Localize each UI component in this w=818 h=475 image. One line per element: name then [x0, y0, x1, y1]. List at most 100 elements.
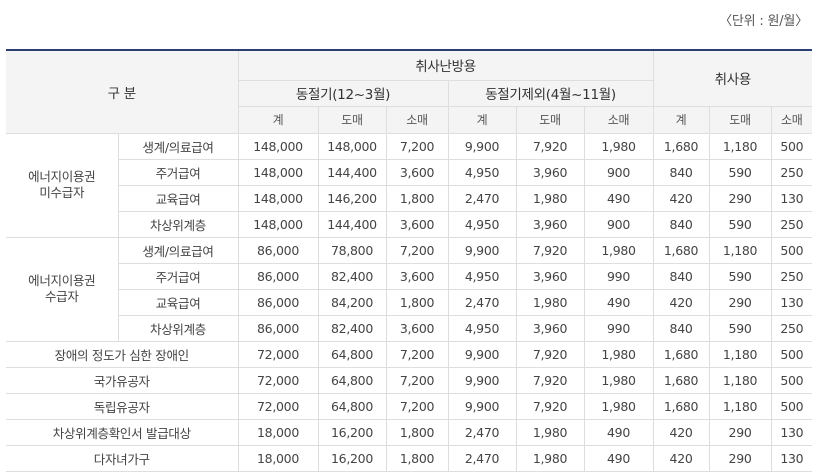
header-winter-retail: 소매: [385, 105, 449, 134]
table-cell: 1,980: [515, 288, 585, 316]
table-cell: 1,980: [583, 340, 654, 368]
header-nonwinter-total: 계: [447, 105, 517, 134]
table-cell: 420: [652, 184, 710, 212]
table-cell: 7,200: [385, 392, 449, 420]
table-cell: 1,180: [708, 236, 772, 264]
table-row: 교육급여 148,000 146,200 1,800 2,470 1,980 490 420 2…: [6, 184, 813, 212]
table-cell: 4,950: [447, 262, 517, 290]
table-cell: 1,980: [583, 366, 654, 394]
table-cell: 500: [770, 366, 813, 394]
table-cell: 72,000: [237, 366, 319, 394]
table-cell: 290: [708, 288, 772, 316]
table-cell: 3,600: [385, 314, 449, 342]
table-cell: 840: [652, 314, 710, 342]
table-cell: 1,680: [652, 340, 710, 368]
table-cell: 86,000: [237, 288, 319, 316]
table-cell: 144,400: [317, 158, 387, 186]
table-cell: 3,600: [385, 158, 449, 186]
header-nonwinter-wholesale: 도매: [515, 105, 585, 134]
table-cell: 420: [652, 288, 710, 316]
table-cell: 7,200: [385, 132, 449, 160]
table-cell: 7,920: [515, 366, 585, 394]
table-cell: 500: [770, 132, 813, 160]
table-cell: 4,950: [447, 314, 517, 342]
table-row: 에너지이용권 미수급자 생계/의료급여 148,000 148,000 7,200 9,90…: [6, 132, 813, 238]
table-cell: 18,000: [237, 444, 319, 472]
row-category-label: 차상위계층확인서 발급대상: [6, 418, 239, 446]
table-cell: 9,900: [447, 366, 517, 394]
header-winter: 동절기(12~3월): [238, 79, 449, 107]
table-cell: 148,000: [237, 210, 319, 238]
table-cell: 148,000: [237, 184, 319, 212]
table-row: 장애의 정도가 심한 장애인 72,000 64,800 7,200 9,900 7,92…: [6, 340, 813, 368]
table-cell: 590: [708, 158, 772, 186]
table-cell: 490: [583, 184, 654, 212]
table-cell: 82,400: [317, 262, 387, 290]
table-cell: 500: [770, 236, 813, 264]
table-cell: 86,000: [237, 262, 319, 290]
row-subcategory-label: 교육급여: [118, 288, 239, 316]
row-group-label: 에너지이용권 수급자: [6, 236, 119, 342]
table-cell: 1,800: [385, 288, 449, 316]
table-cell: 4,950: [447, 158, 517, 186]
table-cell: 7,920: [515, 132, 585, 160]
table-cell: 840: [652, 262, 710, 290]
table-cell: 7,200: [385, 340, 449, 368]
table-cell: 1,180: [708, 392, 772, 420]
rate-table: 구 분 취사난방용 취사용 동절기(12~3월) 동절기제외(4월~11월) 계…: [6, 49, 813, 472]
table-cell: 290: [708, 418, 772, 446]
table-cell: 2,470: [447, 184, 517, 212]
table-cell: 1,180: [708, 132, 772, 160]
header-category: 구 분: [6, 49, 239, 134]
table-row: 독립유공자 72,000 64,800 7,200 9,900 7,920 1,980 1,6…: [6, 392, 813, 420]
row-group-label: 에너지이용권 미수급자: [6, 132, 119, 238]
table-cell: 146,200: [317, 184, 387, 212]
table-cell: 64,800: [317, 366, 387, 394]
table-cell: 86,000: [237, 236, 319, 264]
table-cell: 82,400: [317, 314, 387, 342]
table-cell: 3,600: [385, 262, 449, 290]
table-cell: 7,200: [385, 236, 449, 264]
table-cell: 1,980: [515, 418, 585, 446]
table-cell: 1,680: [652, 132, 710, 160]
row-subcategory-label: 차상위계층: [118, 210, 239, 238]
table-cell: 7,200: [385, 366, 449, 394]
table-cell: 9,900: [447, 132, 517, 160]
table-cell: 130: [770, 418, 813, 446]
table-cell: 7,920: [515, 392, 585, 420]
row-subcategory-label: 교육급여: [118, 184, 239, 212]
table-row: 주거급여 148,000 144,400 3,600 4,950 3,960 900 840 5…: [6, 158, 813, 186]
table-cell: 490: [583, 418, 654, 446]
table-cell: 1,800: [385, 184, 449, 212]
table-cell: 7,920: [515, 236, 585, 264]
table-cell: 3,960: [515, 158, 585, 186]
table-cell: 78,800: [317, 236, 387, 264]
table-row: 다자녀가구 18,000 16,200 1,800 2,470 1,980 490 420 29…: [6, 444, 813, 472]
row-subcategory-label: 주거급여: [118, 158, 239, 186]
table-cell: 990: [583, 314, 654, 342]
table-cell: 3,960: [515, 210, 585, 238]
table-cell: 2,470: [447, 418, 517, 446]
table-cell: 420: [652, 444, 710, 472]
header-cooking: 취사용: [652, 49, 813, 107]
table-cell: 16,200: [317, 444, 387, 472]
table-row: 차상위계층 86,000 82,400 3,600 4,950 3,960 990 840 59…: [6, 314, 813, 342]
table-cell: 900: [583, 210, 654, 238]
table-cell: 144,400: [317, 210, 387, 238]
row-subcategory-label: 생계/의료급여: [117, 132, 239, 160]
table-row: 차상위계층확인서 발급대상 18,000 16,200 1,800 2,470 1,980…: [6, 418, 813, 446]
header-nonwinter: 동절기제외(4월~11월): [447, 79, 654, 107]
table-cell: 990: [583, 262, 654, 290]
table-cell: 86,000: [237, 314, 319, 342]
table-cell: 490: [583, 288, 654, 316]
row-subcategory-label: 주거급여: [118, 262, 239, 290]
table-cell: 290: [708, 444, 772, 472]
table-cell: 72,000: [237, 392, 319, 420]
table-cell: 1,980: [515, 184, 585, 212]
table-cell: 250: [770, 158, 813, 186]
row-subcategory-label: 차상위계층: [118, 314, 239, 342]
table-cell: 16,200: [317, 418, 387, 446]
row-category-label: 독립유공자: [6, 392, 239, 420]
table-cell: 148,000: [317, 132, 387, 160]
table-cell: 420: [652, 418, 710, 446]
